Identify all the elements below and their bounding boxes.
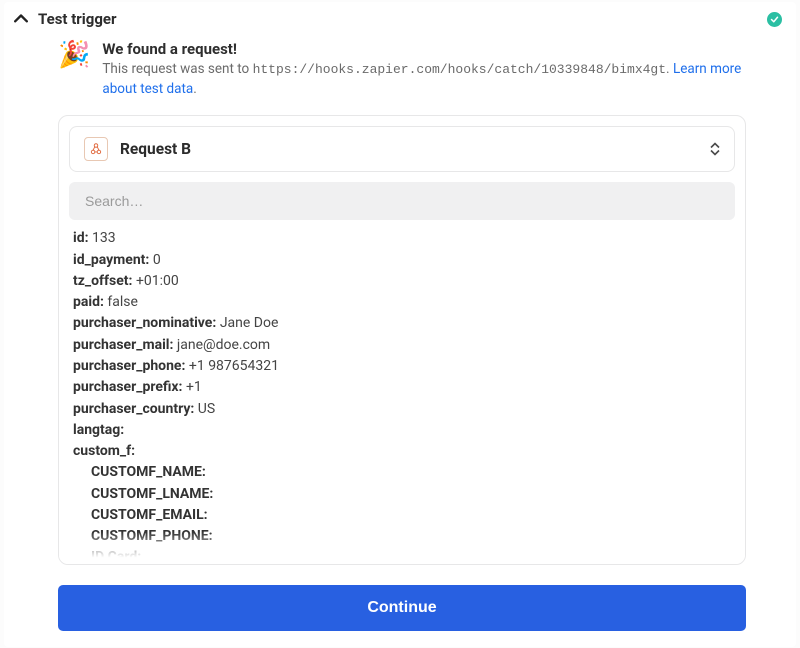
request-fields-list: id: 133id_payment: 0tz_offset: +01:00pai… [69,228,735,565]
field-key: tz_offset: [73,273,132,289]
request-selector-label: Request B [120,140,191,158]
field-key: purchaser_country: [73,401,194,417]
found-headline: We found a request! [102,40,756,58]
field-key: paid: [73,294,104,310]
field-value: 133 [92,230,116,246]
field-key: purchaser_nominative: [73,315,216,331]
custom-subfield: CUSTOMF_EMAIL: [91,505,731,526]
selector-sort-icon [710,143,720,156]
field-key: purchaser_mail: [73,337,173,353]
test-trigger-panel: Test trigger 🎉 We found a request! This … [4,2,796,647]
field-row: paid: false [73,292,731,313]
field-value: +01:00 [136,273,179,289]
field-value: 0 [153,252,161,268]
field-key: purchaser_phone: [73,358,185,374]
custom-subfield: ID Card: [91,547,731,565]
chevron-up-icon [14,12,28,26]
field-row: purchaser_mail: jane@doe.com [73,335,731,356]
field-row: id_payment: 0 [73,250,731,271]
field-value: jane@doe.com [177,337,270,353]
field-key: id_payment: [73,252,149,268]
field-row: purchaser_phone: +1 987654321 [73,356,731,377]
party-popper-icon: 🎉 [58,42,90,68]
search-row[interactable] [69,182,735,220]
desc-trail: . [193,81,197,97]
section-header[interactable]: Test trigger [4,2,796,36]
hook-url: https://hooks.zapier.com/hooks/catch/103… [253,62,666,77]
field-value: US [198,401,215,417]
field-row: purchaser_nominative: Jane Doe [73,313,731,334]
field-key: custom_f: [73,443,135,459]
search-input[interactable] [83,192,721,210]
request-selector[interactable]: Request B [69,126,735,172]
custom-subfield: CUSTOMF_LNAME: [91,484,731,505]
field-key: purchaser_prefix: [73,379,182,395]
section-title: Test trigger [38,10,117,28]
continue-button[interactable]: Continue [58,585,746,631]
custom-subfield: CUSTOMF_PHONE: [91,526,731,547]
field-value: false [107,294,138,310]
field-value: +1 [186,379,202,395]
field-key: id: [73,230,89,246]
desc-sep: . [666,61,673,77]
found-request-text: We found a request! This request was sen… [102,40,756,99]
field-row: purchaser_prefix: +1 [73,377,731,398]
field-value: +1 987654321 [189,358,279,374]
field-row: langtag: [73,420,731,441]
field-row: purchaser_country: US [73,399,731,420]
request-data-card: Request B id: 133id_payment: 0tz_offset:… [58,115,746,565]
field-row: tz_offset: +01:00 [73,271,731,292]
field-row: custom_f: [73,441,731,462]
custom-subfield: CUSTOMF_NAME: [91,462,731,483]
continue-wrap: Continue [4,565,796,647]
field-row: id: 133 [73,228,731,249]
found-request-banner: 🎉 We found a request! This request was s… [4,36,796,107]
status-success-icon [767,12,782,27]
webhook-icon [84,137,108,161]
field-key: langtag: [73,422,124,438]
desc-prefix: This request was sent to [102,61,252,77]
field-value: Jane Doe [220,315,279,331]
found-description: This request was sent to https://hooks.z… [102,60,756,99]
